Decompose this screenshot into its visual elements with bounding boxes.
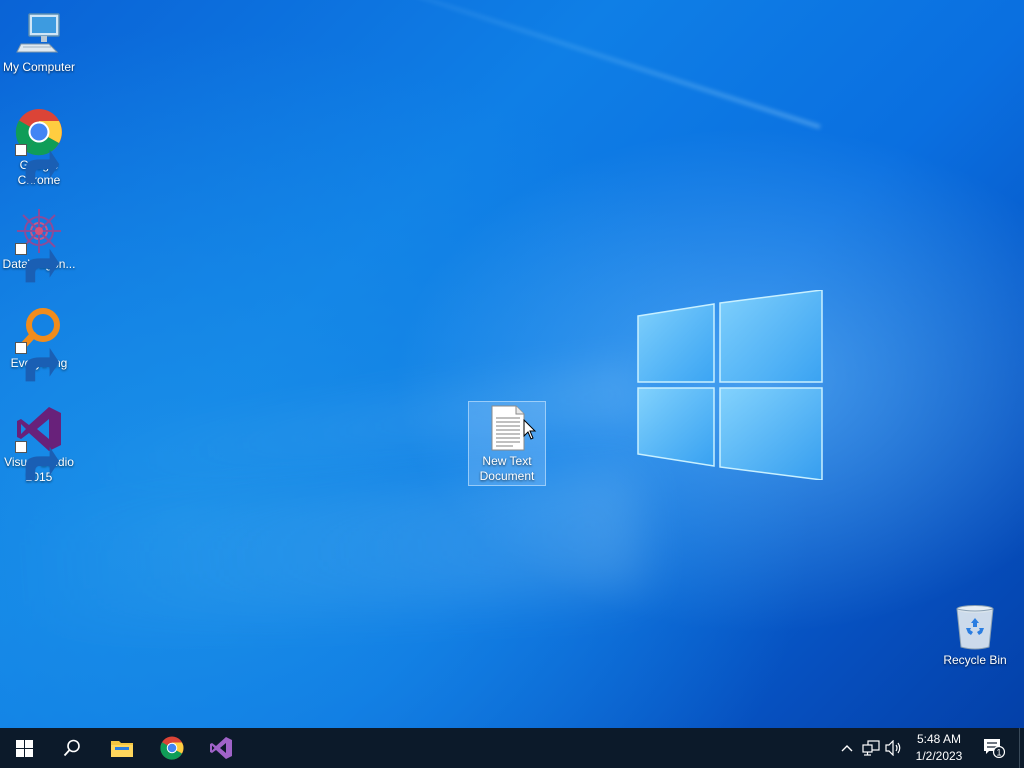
desktop-icon-label: Recycle Bin: [943, 653, 1007, 667]
show-desktop-button[interactable]: [1019, 728, 1024, 768]
chevron-up-icon: [841, 745, 853, 752]
taskbar-file-explorer[interactable]: [98, 728, 146, 768]
folder-icon: [111, 741, 133, 757]
everything-search-icon: [15, 306, 63, 382]
desktop[interactable]: My Computer Google Chrome: [0, 0, 1024, 728]
chrome-icon: [160, 736, 184, 760]
computer-icon: [15, 10, 63, 58]
desktop-icon-label: New Text Document: [479, 454, 535, 483]
action-center-button[interactable]: 1: [978, 728, 1010, 768]
clock-date: 1/2/2023: [915, 749, 963, 763]
taskbar-google-chrome[interactable]: [148, 728, 196, 768]
search-icon: [63, 739, 80, 757]
visual-studio-icon: [15, 405, 63, 481]
visual-studio-icon: [210, 737, 232, 759]
desktop-icon-google-chrome[interactable]: Google Chrome: [1, 106, 77, 188]
mouse-cursor-icon: [523, 419, 537, 440]
desktop-icon-visual-studio-2015[interactable]: Visual Studio 2015: [1, 403, 77, 485]
shortcut-arrow-icon: [15, 144, 60, 184]
shortcut-arrow-icon: [15, 243, 60, 283]
taskbar-visual-studio[interactable]: [197, 728, 245, 768]
windows-wallpaper-logo: [637, 290, 823, 480]
desktop-icon-label: My Computer: [2, 60, 76, 74]
recycle-bin-icon: [951, 603, 999, 651]
show-hidden-icons-button[interactable]: [837, 738, 857, 758]
desktop-icon-everything[interactable]: Everything: [1, 304, 77, 382]
datawagon-icon: [15, 207, 63, 283]
shortcut-arrow-icon: [15, 342, 60, 382]
search-button[interactable]: [48, 728, 96, 768]
volume-button[interactable]: [884, 738, 904, 758]
desktop-icon-new-text-document[interactable]: New Text Document: [468, 401, 546, 486]
notification-icon: 1: [984, 739, 1005, 758]
desktop-icon-datawagon[interactable]: DataWagon...: [1, 205, 77, 283]
notification-count: 1: [996, 748, 1001, 758]
network-button[interactable]: [861, 738, 881, 758]
start-button[interactable]: [0, 728, 48, 768]
clock-time: 5:48 AM: [916, 732, 962, 746]
taskbar: 5:48 AM 1/2/2023 1: [0, 728, 1024, 768]
desktop-icon-recycle-bin[interactable]: Recycle Bin: [937, 601, 1013, 668]
light-beam: [277, 0, 821, 129]
chrome-icon: [15, 108, 63, 184]
network-icon: [862, 740, 880, 756]
desktop-icon-my-computer[interactable]: My Computer: [1, 8, 77, 75]
shortcut-arrow-icon: [15, 441, 60, 481]
volume-icon: [885, 740, 901, 756]
taskbar-clock[interactable]: 5:48 AM 1/2/2023: [906, 731, 972, 765]
windows-start-icon: [15, 739, 33, 757]
